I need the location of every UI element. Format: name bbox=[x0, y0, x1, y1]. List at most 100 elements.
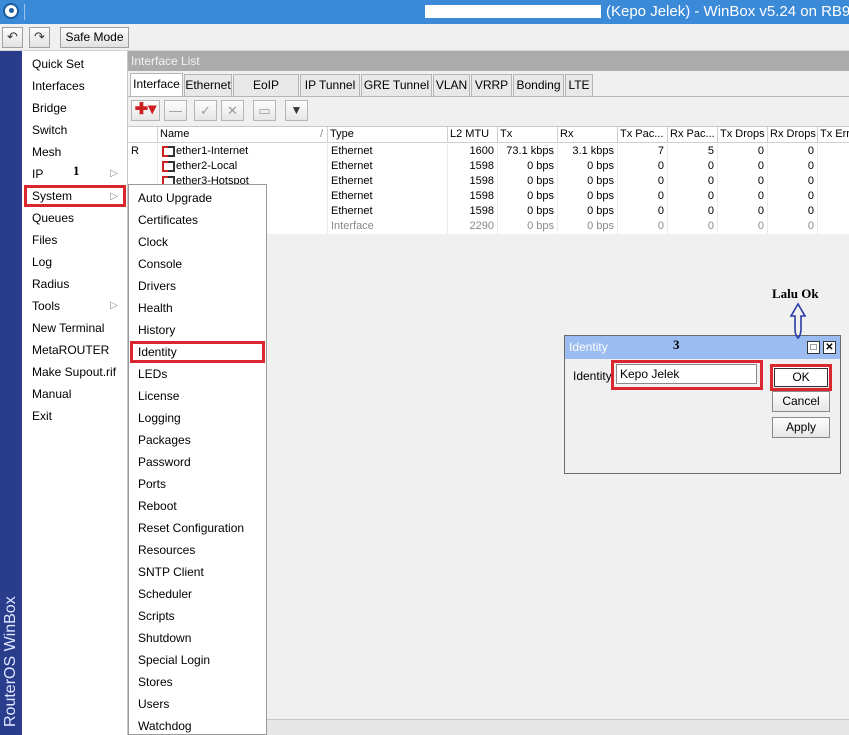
cell-value: ether1-Internet bbox=[176, 145, 249, 157]
submenu-item-clock[interactable]: Clock bbox=[130, 231, 265, 253]
submenu-item-resources[interactable]: Resources bbox=[130, 539, 265, 561]
tab-bonding[interactable]: Bonding bbox=[513, 74, 564, 96]
submenu-item-reset-configuration[interactable]: Reset Configuration bbox=[130, 517, 265, 539]
column-header[interactable]: L2 MTU bbox=[448, 127, 498, 143]
cell-value: 0 bbox=[707, 190, 714, 202]
cell-tx-drops: 0 bbox=[718, 189, 768, 204]
submenu-item-license[interactable]: License bbox=[130, 385, 265, 407]
submenu-item-console[interactable]: Console bbox=[130, 253, 265, 275]
submenu-item-leds[interactable]: LEDs bbox=[130, 363, 265, 385]
submenu-item-sntp-client[interactable]: SNTP Client bbox=[130, 561, 265, 583]
cell-value: 1598 bbox=[469, 160, 494, 172]
submenu-item-logging[interactable]: Logging bbox=[130, 407, 265, 429]
add-button[interactable]: ✚▾ bbox=[131, 100, 160, 121]
menu-item-metarouter[interactable]: MetaROUTER bbox=[24, 339, 126, 361]
submenu-item-health[interactable]: Health bbox=[130, 297, 265, 319]
close-icon[interactable]: ✕ bbox=[823, 341, 836, 354]
cell-value: 1598 bbox=[469, 205, 494, 217]
cell-tx-drops: 0 bbox=[718, 174, 768, 189]
menu-item-queues[interactable]: Queues bbox=[24, 207, 126, 229]
ok-button[interactable]: OK bbox=[770, 364, 832, 391]
apply-button[interactable]: Apply bbox=[772, 417, 830, 438]
column-header[interactable]: Tx Drops bbox=[718, 127, 768, 143]
submenu-item-special-login[interactable]: Special Login bbox=[130, 649, 265, 671]
column-header[interactable]: Tx Pac... bbox=[618, 127, 668, 143]
tab-interface[interactable]: Interface bbox=[130, 73, 183, 96]
filter-button[interactable]: ▼ bbox=[285, 100, 308, 121]
cell-value: 0 bps bbox=[527, 205, 554, 217]
tab-vlan[interactable]: VLAN bbox=[433, 74, 470, 96]
column-header[interactable]: Type bbox=[328, 127, 448, 143]
comment-button[interactable]: ▭ bbox=[253, 100, 276, 121]
menu-item-switch[interactable]: Switch bbox=[24, 119, 126, 141]
menu-item-quick-set[interactable]: Quick Set bbox=[24, 53, 126, 75]
cell-l2mtu: 1598 bbox=[448, 159, 498, 174]
identity-dialog-title-text: Identity bbox=[569, 340, 608, 354]
submenu-item-scheduler[interactable]: Scheduler bbox=[130, 583, 265, 605]
tab-vrrp[interactable]: VRRP bbox=[471, 74, 512, 96]
menu-item-log[interactable]: Log bbox=[24, 251, 126, 273]
column-header[interactable]: Tx Err bbox=[818, 127, 849, 143]
column-header[interactable]: Tx bbox=[498, 127, 558, 143]
table-row[interactable]: ether2-Local Ethernet 1598 0 bps 0 bps 0 0 0 0 bbox=[128, 159, 849, 174]
cancel-button[interactable]: Cancel bbox=[772, 391, 830, 412]
enable-button[interactable]: ✓ bbox=[194, 100, 217, 121]
submenu-item-password[interactable]: Password bbox=[130, 451, 265, 473]
window-title-bar: (Kepo Jelek) - WinBox v5.24 on RB951 bbox=[0, 0, 849, 24]
menu-item-label: Mesh bbox=[32, 145, 62, 159]
maximize-icon[interactable]: □ bbox=[807, 341, 820, 354]
tab-gre-tunnel[interactable]: GRE Tunnel bbox=[361, 74, 432, 96]
menu-item-new-terminal[interactable]: New Terminal bbox=[24, 317, 126, 339]
cell-value: 0 bbox=[657, 160, 664, 172]
cell-name: ether1-Internet bbox=[158, 144, 328, 159]
menu-item-interfaces[interactable]: Interfaces bbox=[24, 75, 126, 97]
identity-input[interactable] bbox=[616, 364, 757, 384]
submenu-item-packages[interactable]: Packages bbox=[130, 429, 265, 451]
menu-item-make-supout-rif[interactable]: Make Supout.rif bbox=[24, 361, 126, 383]
submenu-item-reboot[interactable]: Reboot bbox=[130, 495, 265, 517]
undo-button[interactable]: ↶ bbox=[2, 27, 23, 48]
cell-tx: 0 bps bbox=[498, 204, 558, 219]
cell-value: 0 bbox=[707, 220, 714, 232]
submenu-item-stores[interactable]: Stores bbox=[130, 671, 265, 693]
disable-button[interactable]: ✕ bbox=[221, 100, 244, 121]
column-header[interactable]: Rx Drops bbox=[768, 127, 818, 143]
cell-value: Ethernet bbox=[331, 190, 373, 202]
tab-ip-tunnel[interactable]: IP Tunnel bbox=[300, 74, 360, 96]
safe-mode-button[interactable]: Safe Mode bbox=[60, 27, 129, 48]
remove-button[interactable]: — bbox=[164, 100, 187, 121]
redo-button[interactable]: ↷ bbox=[29, 27, 50, 48]
submenu-item-ports[interactable]: Ports bbox=[130, 473, 265, 495]
tab-ethernet[interactable]: Ethernet bbox=[184, 74, 232, 96]
menu-item-label: Queues bbox=[32, 211, 75, 225]
submenu-item-identity[interactable]: Identity bbox=[130, 341, 265, 363]
tab-eoip-tunnel[interactable]: EoIP Tunnel bbox=[233, 74, 299, 112]
column-header[interactable]: Name / bbox=[158, 127, 328, 143]
column-header-label: Name bbox=[160, 128, 190, 140]
submenu-item-watchdog[interactable]: Watchdog bbox=[130, 715, 265, 735]
menu-item-radius[interactable]: Radius bbox=[24, 273, 126, 295]
column-header[interactable]: Rx Pac... bbox=[668, 127, 718, 143]
cell-tx: 0 bps bbox=[498, 159, 558, 174]
menu-item-exit[interactable]: Exit bbox=[24, 405, 126, 427]
menu-item-manual[interactable]: Manual bbox=[24, 383, 126, 405]
menu-item-system[interactable]: System ▷ bbox=[24, 185, 126, 207]
table-row[interactable]: Rether1-Internet Ethernet 1600 73.1 kbps 3.1… bbox=[128, 144, 849, 159]
cell-l2mtu: 1598 bbox=[448, 204, 498, 219]
cell-value: 0 bbox=[807, 190, 814, 202]
submenu-item-drivers[interactable]: Drivers bbox=[130, 275, 265, 297]
submenu-item-certificates[interactable]: Certificates bbox=[130, 209, 265, 231]
submenu-item-scripts[interactable]: Scripts bbox=[130, 605, 265, 627]
menu-item-bridge[interactable]: Bridge bbox=[24, 97, 126, 119]
menu-item-label: Tools bbox=[32, 299, 61, 313]
column-header[interactable]: Rx bbox=[558, 127, 618, 143]
menu-item-mesh[interactable]: Mesh bbox=[24, 141, 126, 163]
menu-item-tools[interactable]: Tools ▷ bbox=[24, 295, 126, 317]
submenu-item-auto-upgrade[interactable]: Auto Upgrade bbox=[130, 187, 265, 209]
column-header[interactable] bbox=[128, 127, 158, 143]
menu-item-files[interactable]: Files bbox=[24, 229, 126, 251]
submenu-item-users[interactable]: Users bbox=[130, 693, 265, 715]
submenu-item-shutdown[interactable]: Shutdown bbox=[130, 627, 265, 649]
submenu-item-history[interactable]: History bbox=[130, 319, 265, 341]
tab-lte[interactable]: LTE bbox=[565, 74, 593, 96]
